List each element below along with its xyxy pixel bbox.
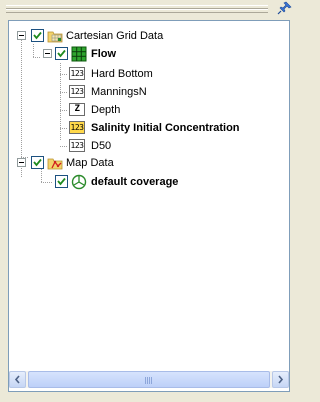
elevation-dataset-icon: Z [69, 103, 85, 116]
checkbox-default-coverage[interactable] [55, 175, 68, 188]
checkbox-flow[interactable] [55, 47, 68, 60]
project-explorer-panel: Cartesian Grid Data Flow 123 Hard Bottom [0, 0, 300, 402]
grid-data-folder-icon [47, 31, 63, 43]
scroll-thumb[interactable] [28, 371, 270, 388]
tree-item-label: ManningsN [91, 86, 147, 98]
numeric-dataset-icon: 123 [69, 139, 85, 152]
checkbox-map-data[interactable] [31, 156, 44, 169]
coverage-icon [71, 174, 87, 190]
chevron-left-icon [14, 375, 20, 384]
tree-item-salinity-initial-concentration[interactable]: 123 Salinity Initial Concentration [9, 119, 289, 137]
tree-item-label: Flow [91, 48, 117, 60]
tree-item-hard-bottom[interactable]: 123 Hard Bottom [9, 65, 289, 83]
collapse-toggle[interactable] [17, 31, 26, 40]
collapse-toggle[interactable] [17, 158, 26, 167]
project-tree[interactable]: Cartesian Grid Data Flow 123 Hard Bottom [8, 20, 290, 392]
tree-item-default-coverage[interactable]: default coverage [9, 173, 289, 191]
title-grip-lower [6, 9, 268, 13]
horizontal-scrollbar[interactable] [9, 371, 289, 388]
tree-item-label: Cartesian Grid Data [66, 30, 164, 42]
tree-item-d50[interactable]: 123 D50 [9, 137, 289, 155]
tree-item-label: Salinity Initial Concentration [91, 122, 240, 134]
pin-icon[interactable] [277, 1, 293, 15]
tree-item-label: Depth [91, 104, 121, 116]
numeric-dataset-icon: 123 [69, 85, 85, 98]
tree-item-map-data[interactable]: Map Data [9, 154, 289, 172]
map-data-folder-icon [47, 158, 63, 170]
tree-item-label: Map Data [66, 157, 114, 169]
green-grid-icon [71, 46, 87, 62]
tree-item-cartesian-grid-data[interactable]: Cartesian Grid Data [9, 27, 289, 45]
tree-item-manningsn[interactable]: 123 ManningsN [9, 83, 289, 101]
collapse-toggle[interactable] [43, 49, 52, 58]
chevron-right-icon [278, 375, 284, 384]
tree-item-flow[interactable]: Flow [9, 45, 289, 63]
tree-item-depth[interactable]: Z Depth [9, 101, 289, 119]
scroll-thumb-grip [145, 377, 153, 384]
scroll-left-button[interactable] [9, 371, 26, 388]
checkbox-cartesian-grid-data[interactable] [31, 29, 44, 42]
active-dataset-icon: 123 [69, 121, 85, 134]
tree-item-label: D50 [91, 140, 112, 152]
scroll-right-button[interactable] [272, 371, 289, 388]
panel-title-bar [0, 0, 300, 16]
tree-item-label: Hard Bottom [91, 68, 153, 80]
tree-item-label: default coverage [91, 176, 179, 188]
numeric-dataset-icon: 123 [69, 67, 85, 80]
